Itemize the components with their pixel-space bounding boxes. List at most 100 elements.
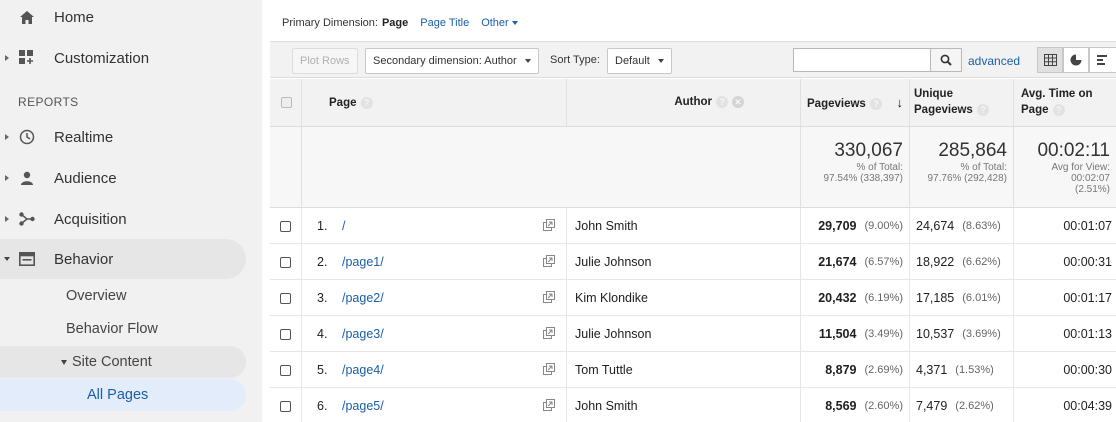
header-unique-label-1: Unique [914, 88, 953, 100]
row-select-cell [270, 352, 302, 388]
header-page-label: Page [329, 97, 357, 110]
caret-right-icon [5, 175, 9, 181]
total-unique: 285,864 [938, 140, 1007, 161]
open-page-icon[interactable] [543, 399, 555, 414]
row-author: John Smith [575, 399, 638, 413]
caret-right-icon [5, 55, 9, 61]
total-avg-time: 00:02:11 [1037, 140, 1110, 161]
header-pageviews-label: Pageviews [807, 98, 866, 111]
row-page-cell: 2. /page1/ [302, 244, 567, 280]
row-page-cell: 1. / [302, 208, 567, 244]
row-page-cell: 3. /page2/ [302, 280, 567, 316]
row-pageviews: 8,569 [825, 399, 857, 413]
table-search-input[interactable] [793, 48, 931, 72]
open-page-icon[interactable] [543, 219, 555, 234]
table-view-button[interactable] [1037, 47, 1063, 73]
row-author: Kim Klondike [575, 291, 648, 305]
row-unique: 10,537 [916, 327, 955, 341]
row-checkbox[interactable] [280, 220, 291, 232]
help-icon[interactable]: ? [1052, 104, 1065, 116]
row-unique: 7,479 [916, 399, 948, 413]
nav-home[interactable]: Home [0, 0, 246, 37]
row-unique: 24,674 [916, 219, 955, 233]
row-number: 3. [317, 291, 328, 305]
header-author-label: Author [674, 96, 712, 109]
table-grid-icon [1043, 54, 1057, 66]
row-page-link[interactable]: /page5/ [342, 399, 384, 413]
open-page-icon[interactable] [543, 363, 555, 378]
header-author[interactable]: Author? ✕ [567, 79, 801, 127]
help-icon[interactable]: ? [360, 97, 373, 109]
primary-dimension-bar: Primary Dimension: Page Page Title Other [282, 17, 518, 29]
row-pageviews-cell: 8,569 (2.60%) [801, 388, 910, 422]
row-author-cell: Julie Johnson [567, 244, 801, 280]
open-page-icon[interactable] [543, 291, 555, 306]
row-checkbox[interactable] [280, 292, 291, 304]
sort-descending-icon[interactable]: ↓ [897, 95, 904, 110]
nav-behavior-label: Behavior [54, 250, 114, 268]
row-pageviews: 21,674 [818, 255, 857, 269]
row-select-cell [270, 280, 302, 316]
header-avg-time[interactable]: Avg. Time on Page? [1014, 79, 1116, 127]
primary-dimension-page-title[interactable]: Page Title [420, 17, 469, 29]
plot-rows-button[interactable]: Plot Rows [292, 48, 358, 74]
row-number: 1. [317, 219, 328, 233]
open-page-icon[interactable] [543, 327, 555, 342]
primary-dimension-other[interactable]: Other [481, 17, 518, 29]
header-page[interactable]: Page? [302, 79, 567, 127]
performance-view-button[interactable] [1089, 47, 1116, 73]
row-unique-pct: (1.53%) [955, 364, 994, 376]
nav-acquisition[interactable]: Acquisition [0, 199, 246, 239]
row-page-link[interactable]: / [342, 219, 345, 233]
nav-realtime[interactable]: Realtime [0, 117, 246, 157]
nav-behavior[interactable]: Behavior [0, 239, 246, 279]
header-avg-time-label-2: Page [1021, 104, 1049, 117]
header-pageviews[interactable]: Pageviews? ↓ [801, 79, 910, 127]
row-checkbox[interactable] [280, 328, 291, 340]
row-pageviews-cell: 11,504 (3.49%) [801, 316, 910, 352]
totals-unique: 285,864 % of Total: 97.76% (292,428) [910, 127, 1014, 208]
row-select-cell [270, 316, 302, 352]
nav-behavior-flow[interactable]: Behavior Flow [66, 313, 158, 345]
nav-overview[interactable]: Overview [66, 280, 126, 312]
row-page-link[interactable]: /page4/ [342, 363, 384, 377]
nav-home-label: Home [54, 8, 95, 26]
caret-down-icon [4, 257, 10, 261]
sort-type-select[interactable]: Default [607, 48, 672, 74]
header-select-all[interactable] [270, 79, 302, 127]
person-icon [18, 169, 36, 187]
row-page-link[interactable]: /page2/ [342, 291, 384, 305]
total-pageviews-pct-label: % of Total: [856, 162, 903, 173]
row-page-link[interactable]: /page1/ [342, 255, 384, 269]
row-number: 6. [317, 399, 328, 413]
total-avg-time-label: Avg for View: [1051, 162, 1110, 173]
site-content-row[interactable]: Site Content [0, 346, 246, 378]
row-unique-cell: 10,537 (3.69%) [910, 316, 1014, 352]
row-avg-time-cell: 00:00:30 [1014, 352, 1116, 388]
row-unique-cell: 17,185 (6.01%) [910, 280, 1014, 316]
row-checkbox[interactable] [280, 400, 291, 412]
all-pages-row[interactable]: All Pages [0, 379, 246, 411]
pie-view-button[interactable] [1063, 47, 1089, 73]
nav-audience[interactable]: Audience [0, 158, 246, 198]
row-pageviews: 11,504 [818, 327, 857, 341]
advanced-filter-link[interactable]: advanced [968, 54, 1020, 68]
help-icon[interactable]: ? [869, 98, 882, 110]
remove-dimension-icon[interactable]: ✕ [732, 96, 744, 108]
open-page-icon[interactable] [543, 255, 555, 270]
header-unique-pageviews[interactable]: Unique Pageviews? [910, 79, 1014, 127]
secondary-dimension-select[interactable]: Secondary dimension: Author [365, 48, 539, 74]
row-page-link[interactable]: /page3/ [342, 327, 384, 341]
sort-type-label: Sort Type: [550, 54, 600, 66]
header-avg-time-label-1: Avg. Time on [1021, 88, 1093, 100]
row-checkbox[interactable] [280, 256, 291, 268]
row-page-cell: 5. /page4/ [302, 352, 567, 388]
row-checkbox[interactable] [280, 364, 291, 376]
search-button[interactable] [930, 48, 962, 72]
select-all-checkbox[interactable] [281, 97, 292, 108]
help-icon[interactable]: ? [976, 104, 989, 116]
nav-customization[interactable]: Customization [0, 38, 246, 78]
primary-dimension-page[interactable]: Page [382, 17, 408, 29]
dropdown-arrow-icon [524, 59, 531, 63]
help-icon[interactable]: ? [716, 96, 728, 108]
